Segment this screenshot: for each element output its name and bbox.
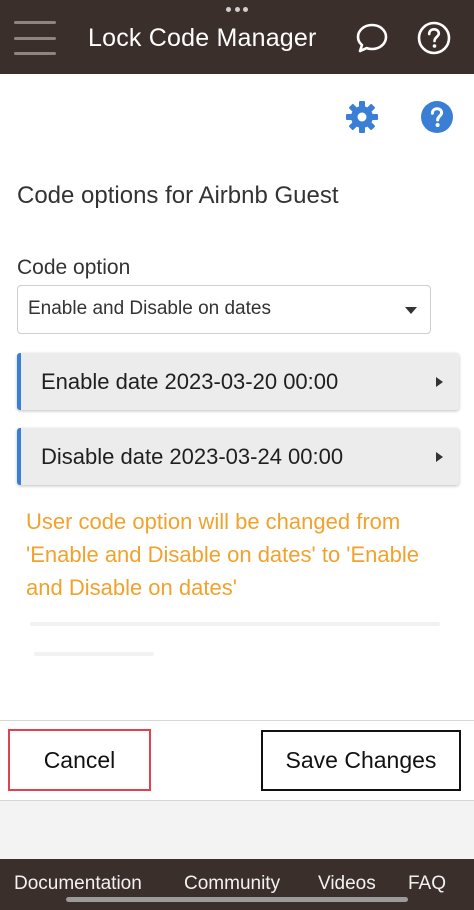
page-title: Code options for Airbnb Guest [17, 182, 339, 209]
app-header: Lock Code Manager [0, 0, 474, 74]
code-option-label: Code option [17, 256, 131, 279]
footer-link-videos[interactable]: Videos [318, 873, 376, 895]
enable-date-text: Enable date 2023-03-20 00:00 [41, 369, 339, 394]
question-circle-icon[interactable] [416, 20, 452, 56]
code-option-select[interactable]: Enable and Disable on dates [17, 285, 431, 334]
expand-arrow-icon [436, 377, 443, 387]
footer-link-community[interactable]: Community [184, 873, 280, 895]
change-warning-message: User code option will be changed from 'E… [26, 509, 419, 600]
enable-date-row[interactable]: Enable date 2023-03-20 00:00 [17, 353, 459, 410]
cancel-button[interactable]: Cancel [8, 729, 151, 791]
divider [0, 720, 474, 721]
chat-bubble-icon[interactable] [354, 20, 390, 56]
code-option-value: Enable and Disable on dates [28, 298, 271, 319]
gear-icon[interactable] [344, 99, 380, 135]
drag-handle[interactable] [226, 7, 248, 13]
save-changes-button[interactable]: Save Changes [261, 730, 461, 791]
home-indicator[interactable] [66, 897, 408, 902]
disable-date-row[interactable]: Disable date 2023-03-24 00:00 [17, 428, 459, 485]
hamburger-menu-icon[interactable] [14, 21, 56, 55]
divider [34, 652, 154, 656]
question-circle-icon[interactable] [420, 100, 454, 134]
footer-link-faq[interactable]: FAQ [408, 873, 446, 895]
dropdown-caret-icon [405, 307, 417, 314]
footer-nav: Documentation Community Videos FAQ [0, 859, 474, 910]
disable-date-text: Disable date 2023-03-24 00:00 [41, 444, 344, 469]
expand-arrow-icon [436, 452, 443, 462]
spacer-band [0, 801, 474, 859]
divider [30, 622, 440, 626]
footer-link-documentation[interactable]: Documentation [14, 873, 142, 895]
app-title: Lock Code Manager [88, 24, 317, 52]
